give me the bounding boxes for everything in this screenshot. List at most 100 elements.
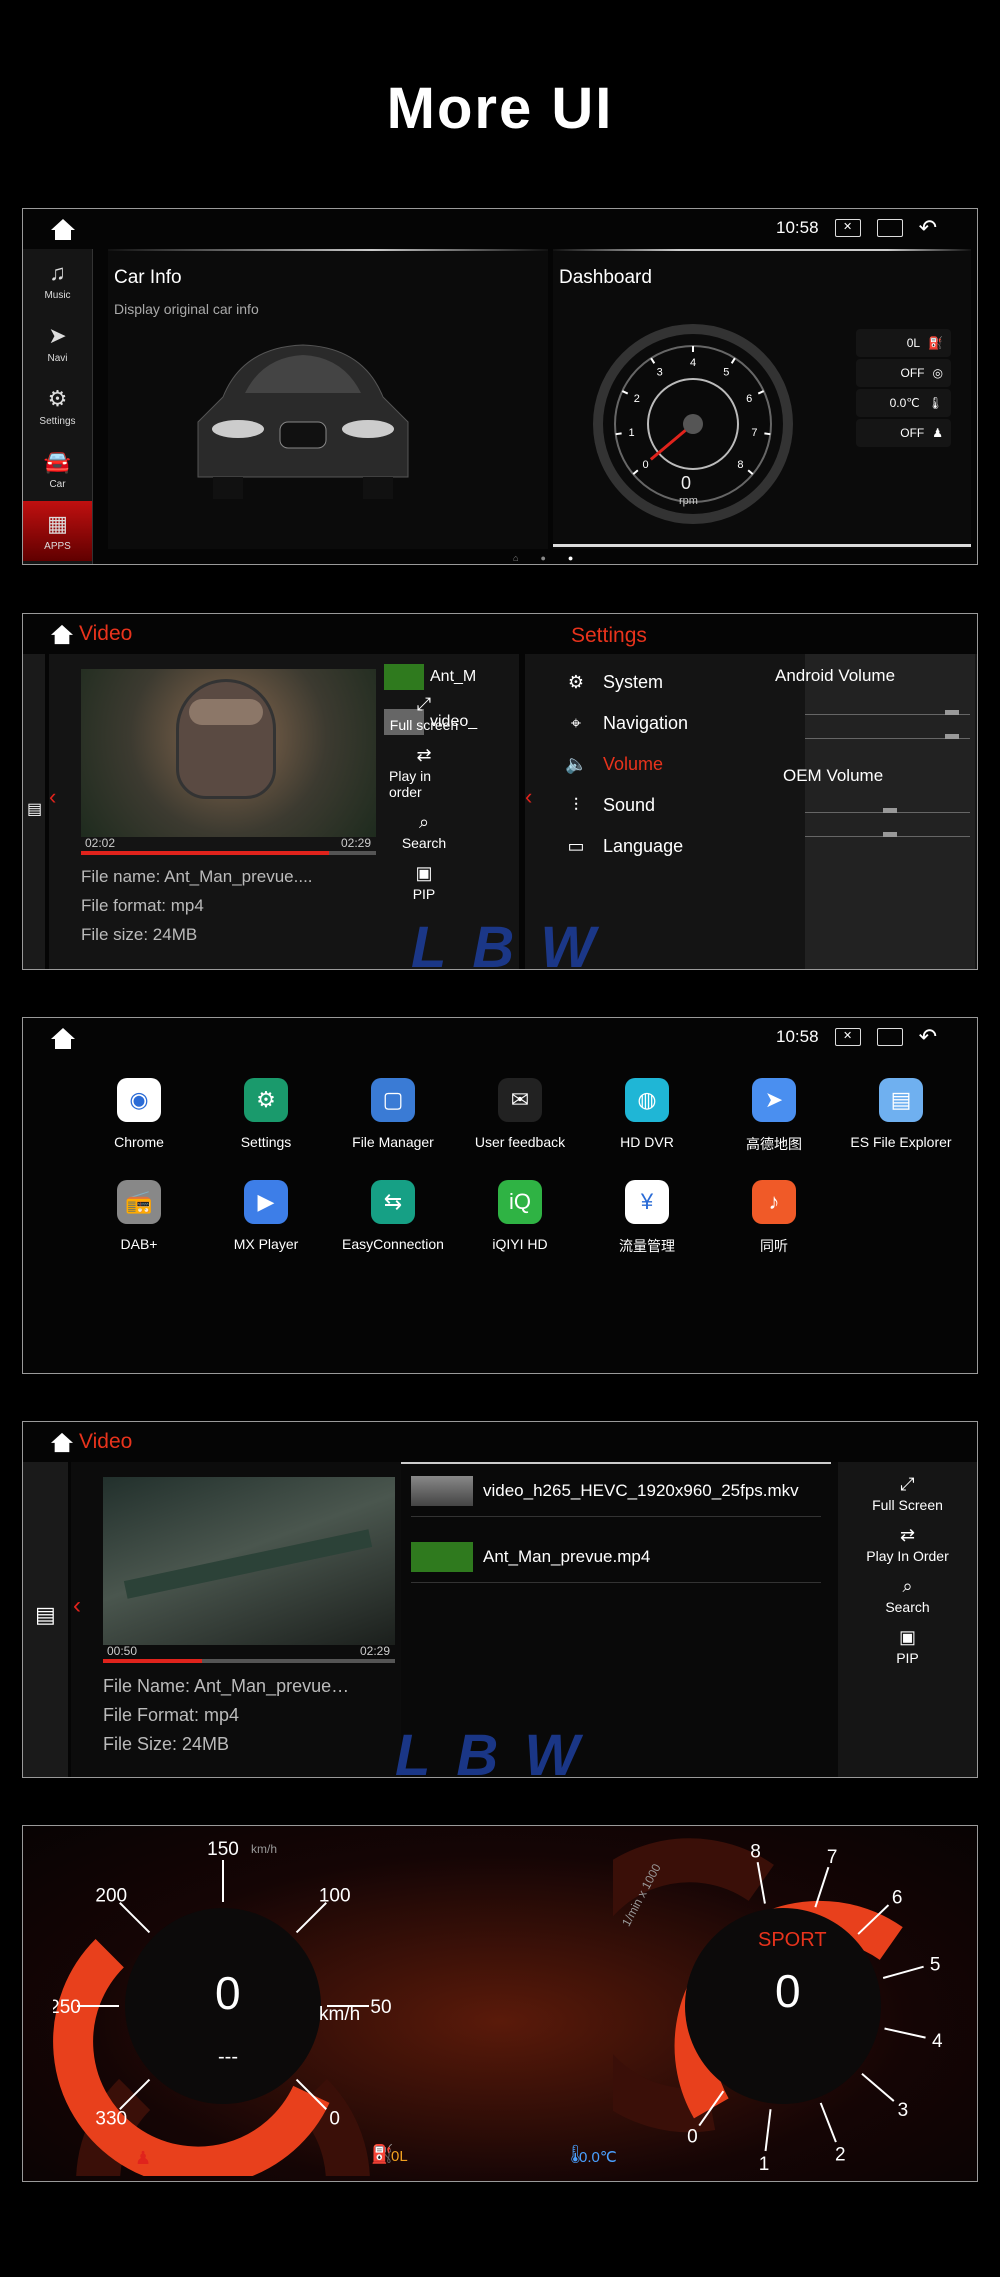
- seatbelt-icon: ♟: [932, 426, 943, 440]
- thumbnail-icon: [384, 664, 424, 690]
- control-search[interactable]: ⌕ Search: [389, 812, 459, 851]
- tach-tick: [861, 2072, 895, 2102]
- oem-volume-slider-2[interactable]: [805, 832, 970, 837]
- page-dot[interactable]: ●: [540, 553, 545, 563]
- equalizer-icon: ⫶: [573, 795, 579, 815]
- language-icon: ▭: [567, 836, 585, 856]
- settings-item-label: Volume: [603, 754, 664, 774]
- app-radio[interactable]: 📻 DAB+: [75, 1180, 203, 1252]
- sidebar-item-car[interactable]: 🚘 Car: [23, 438, 92, 501]
- multi-window-icon[interactable]: [876, 1028, 903, 1046]
- sidebar-item-music[interactable]: ♫ Music: [23, 249, 92, 312]
- control-pip[interactable]: ▣ PIP: [896, 1627, 919, 1666]
- apps-icon: ▦: [47, 510, 68, 536]
- app-connection[interactable]: ⇆ EasyConnection: [329, 1180, 457, 1252]
- app-label: 高德地图: [746, 1136, 802, 1152]
- clock: 10:58: [776, 218, 819, 237]
- car-image: [197, 344, 409, 499]
- home-icon[interactable]: [49, 217, 77, 241]
- prev-arrow-icon[interactable]: ‹: [49, 784, 56, 810]
- app-play[interactable]: ▶ MX Player: [202, 1180, 330, 1252]
- oem-volume-slider[interactable]: [805, 808, 970, 813]
- playlist-item-label: Ant_Man_prevue.mp4: [483, 1547, 651, 1566]
- app-label: HD DVR: [620, 1134, 674, 1150]
- page-dot-home[interactable]: ⌂: [513, 553, 518, 563]
- fuel-value: 0L: [391, 2148, 408, 2165]
- cluster-panel: 0 50 100 150 200 250 330 0 1 2 3 4 5 6 7 8 0 km/h km/h…: [22, 1825, 978, 2182]
- app-feedback[interactable]: ✉ User feedback: [456, 1078, 584, 1150]
- rpm-unit: rpm: [679, 495, 698, 507]
- app-map[interactable]: ➤ 高德地图: [710, 1078, 838, 1154]
- multi-window-icon[interactable]: [876, 219, 903, 237]
- playlist-item[interactable]: Ant_Man_prevue.mp4: [411, 1542, 821, 1583]
- app-dvr[interactable]: ◍ HD DVR: [583, 1078, 711, 1150]
- sidebar-item-navi[interactable]: ➤ Navi: [23, 312, 92, 375]
- back-icon[interactable]: ↶: [919, 1024, 937, 1050]
- playlist-item[interactable]: Ant_M: [384, 664, 476, 690]
- control-pip[interactable]: ▣ PIP: [389, 863, 459, 902]
- android-volume-slider[interactable]: [805, 710, 970, 715]
- control-full-screen[interactable]: ⤢ Full Screen: [872, 1474, 943, 1513]
- file-list-tab[interactable]: ▤: [23, 1462, 68, 1777]
- elapsed-time: 00:50: [107, 1644, 138, 1658]
- settings-item-language[interactable]: ▭ Language: [565, 836, 683, 857]
- app-iqiyi[interactable]: iQ iQIYI HD: [456, 1180, 584, 1252]
- file-format: File format: mp4: [81, 896, 204, 915]
- prev-arrow-icon[interactable]: ‹: [525, 784, 532, 810]
- car-info-card[interactable]: Car Info Display original car info: [108, 249, 548, 549]
- oem-volume-label: OEM Volume: [783, 766, 884, 785]
- android-volume-slider-2[interactable]: [805, 734, 970, 739]
- sidebar-item-settings[interactable]: ⚙ Settings: [23, 375, 92, 438]
- app-label: iQIYI HD: [492, 1236, 548, 1252]
- brake-icon: ◎: [932, 366, 943, 380]
- file-info: File Name: Ant_Man_prevue… File Format: …: [103, 1672, 349, 1759]
- control-search[interactable]: ⌕ Search: [885, 1576, 929, 1615]
- file-list-tab[interactable]: ▤: [23, 654, 45, 969]
- home-icon[interactable]: [49, 1431, 75, 1453]
- app-data-usage[interactable]: ¥ 流量管理: [583, 1180, 711, 1256]
- playlist-item[interactable]: video_h265_HEVC_1920x960_25fps.mkv: [411, 1476, 821, 1517]
- app-chrome[interactable]: ◉ Chrome: [75, 1078, 203, 1150]
- home-icon[interactable]: [49, 623, 75, 645]
- control-play-in-order[interactable]: ⇄ Play In Order: [866, 1525, 948, 1564]
- speed-tick-label: 50: [370, 1997, 391, 2018]
- settings-item-label: Language: [603, 836, 684, 856]
- video-thumbnail[interactable]: [103, 1477, 395, 1645]
- indicator-value: OFF: [900, 366, 925, 380]
- settings-item-label: Navigation: [603, 713, 689, 733]
- progress-bar[interactable]: [81, 851, 376, 855]
- progress-bar[interactable]: [103, 1659, 395, 1663]
- rpm-tick-label: 6: [746, 393, 752, 405]
- gear-indicator: ---: [218, 2046, 238, 2068]
- indicator-value: OFF: [900, 426, 925, 440]
- dashboard-card[interactable]: Dashboard 0 1 2 3 4 5 6 7 8 0 rpm 0L ⛽ OFF ◎ 0.0℃ 🌡 OF…: [553, 249, 971, 549]
- prev-arrow-icon[interactable]: ‹: [73, 1592, 81, 1620]
- settings-item-system[interactable]: ⚙ System: [565, 672, 663, 693]
- app-gear[interactable]: ⚙ Settings: [202, 1078, 330, 1150]
- playlist-item-label: video_h265_HEVC_1920x960_25fps.mkv: [483, 1481, 799, 1500]
- sidebar-item-apps[interactable]: ▦ APPS: [23, 501, 92, 561]
- indicator-value: 0.0℃: [889, 396, 920, 410]
- control-label: Play In Order: [866, 1548, 949, 1564]
- app-music-app[interactable]: ♪ 同听: [710, 1180, 838, 1256]
- app-label: 同听: [760, 1238, 788, 1254]
- speed-tick: [295, 1902, 327, 1934]
- video-thumbnail[interactable]: [81, 669, 376, 837]
- back-icon[interactable]: ↶: [919, 215, 937, 241]
- tach-tick-label: 6: [892, 1888, 903, 1909]
- page-dot-active[interactable]: ●: [568, 553, 573, 563]
- control-full-screen[interactable]: ⤢ Full screen: [389, 694, 459, 733]
- settings-item-navigation[interactable]: ⌖ Navigation: [565, 713, 688, 734]
- close-app-icon[interactable]: ✕: [834, 219, 861, 237]
- home-icon[interactable]: [49, 1026, 77, 1050]
- car-info-title: Car Info: [114, 267, 182, 288]
- settings-item-sound[interactable]: ⫶ Sound: [565, 795, 655, 816]
- control-play-in-order[interactable]: ⇄ Play in order: [389, 745, 459, 800]
- control-label: Full Screen: [872, 1497, 943, 1513]
- app-folder[interactable]: ▢ File Manager: [329, 1078, 457, 1150]
- settings-item-volume[interactable]: 🔈 Volume: [565, 754, 663, 775]
- watermark-logo: LBW: [395, 1723, 606, 1778]
- map-icon: ➤: [752, 1078, 796, 1122]
- app-es-folder[interactable]: ▤ ES File Explorer: [837, 1078, 965, 1150]
- close-app-icon[interactable]: ✕: [834, 1028, 861, 1046]
